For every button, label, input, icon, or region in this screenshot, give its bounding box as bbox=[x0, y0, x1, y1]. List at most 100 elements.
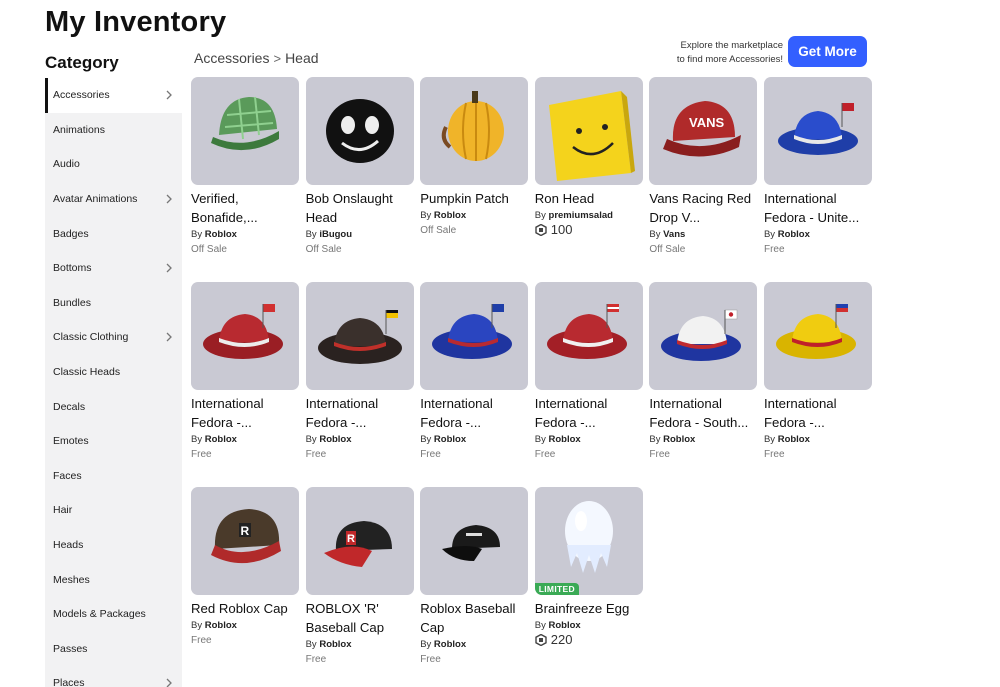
creator-link[interactable]: Roblox bbox=[319, 639, 351, 650]
item-card[interactable]: International Fedora -... By Roblox Free bbox=[420, 282, 529, 487]
item-card[interactable]: International Fedora - Unite... By Roblo… bbox=[763, 77, 872, 282]
sidebar-item-label: Decals bbox=[53, 400, 86, 413]
item-name[interactable]: Brainfreeze Egg bbox=[535, 599, 643, 618]
sidebar-item-label: Hair bbox=[53, 504, 73, 517]
sidebar-item-avatar-animations[interactable]: Avatar Animations bbox=[45, 182, 182, 217]
item-thumbnail[interactable] bbox=[420, 487, 529, 595]
item-thumbnail[interactable]: VANS bbox=[649, 77, 758, 185]
item-name[interactable]: Bob Onslaught Head bbox=[306, 189, 414, 227]
creator-link[interactable]: iBugou bbox=[319, 229, 352, 240]
item-name[interactable]: International Fedora -... bbox=[535, 394, 643, 432]
creator-link[interactable]: Vans bbox=[663, 229, 685, 240]
sidebar-item-classic-clothing[interactable]: Classic Clothing bbox=[45, 320, 182, 355]
sidebar-item-bottoms[interactable]: Bottoms bbox=[45, 251, 182, 286]
item-thumbnail[interactable] bbox=[763, 282, 872, 390]
item-name[interactable]: Ron Head bbox=[535, 189, 643, 208]
creator-link[interactable]: Roblox bbox=[549, 620, 581, 631]
creator-link[interactable]: Roblox bbox=[434, 639, 466, 650]
breadcrumb: Accessories > Head bbox=[194, 50, 319, 66]
item-card[interactable]: Ron Head By premiumsalad 100 bbox=[534, 77, 643, 282]
sidebar-item-decals[interactable]: Decals bbox=[45, 389, 182, 424]
item-thumbnail[interactable] bbox=[534, 282, 643, 390]
item-price: Free bbox=[649, 449, 670, 460]
sidebar-item-models-packages[interactable]: Models & Packages bbox=[45, 597, 182, 632]
item-thumbnail[interactable] bbox=[191, 282, 299, 390]
item-card[interactable]: Bob Onslaught Head By iBugou Off Sale bbox=[305, 77, 414, 282]
item-name[interactable]: International Fedora -... bbox=[191, 394, 299, 432]
item-name[interactable]: International Fedora -... bbox=[306, 394, 414, 432]
item-name[interactable]: International Fedora -... bbox=[764, 394, 872, 432]
sidebar-item-accessories[interactable]: Accessories bbox=[45, 78, 182, 113]
item-creator: By Roblox bbox=[763, 434, 810, 445]
item-name[interactable]: International Fedora -... bbox=[420, 394, 528, 432]
item-name[interactable]: Pumpkin Patch bbox=[420, 189, 528, 208]
item-creator: By iBugou bbox=[305, 229, 353, 240]
item-thumbnail[interactable] bbox=[305, 77, 414, 185]
item-card[interactable]: International Fedora -... By Roblox Free bbox=[305, 282, 414, 487]
item-thumbnail[interactable] bbox=[763, 77, 872, 185]
item-card[interactable]: Pumpkin Patch By Roblox Off Sale bbox=[420, 77, 529, 282]
sidebar-item-emotes[interactable]: Emotes bbox=[45, 424, 182, 459]
creator-link[interactable]: Roblox bbox=[205, 620, 237, 631]
item-name[interactable]: ROBLOX 'R' Baseball Cap bbox=[306, 599, 414, 637]
sidebar-item-label: Classic Heads bbox=[53, 366, 121, 379]
creator-link[interactable]: Roblox bbox=[778, 434, 810, 445]
sidebar-item-faces[interactable]: Faces bbox=[45, 459, 182, 494]
item-card[interactable]: LIMITED Brainfreeze Egg By Roblox 220 bbox=[534, 487, 643, 687]
item-thumbnail[interactable]: R bbox=[305, 487, 414, 595]
black-baseball-cap-icon bbox=[442, 525, 501, 561]
item-card[interactable]: International Fedora -... By Roblox Free bbox=[763, 282, 872, 487]
sidebar-item-hair[interactable]: Hair bbox=[45, 493, 182, 528]
item-price: Off Sale bbox=[649, 244, 686, 255]
item-thumbnail[interactable]: LIMITED bbox=[534, 487, 643, 595]
creator-link[interactable]: Roblox bbox=[205, 229, 237, 240]
sidebar-item-animations[interactable]: Animations bbox=[45, 113, 182, 148]
item-name[interactable]: International Fedora - Unite... bbox=[764, 189, 872, 227]
item-name[interactable]: Roblox Baseball Cap bbox=[420, 599, 528, 637]
sidebar-item-label: Accessories bbox=[53, 89, 110, 102]
creator-link[interactable]: Roblox bbox=[663, 434, 695, 445]
item-name[interactable]: International Fedora - South... bbox=[649, 394, 757, 432]
item-card[interactable]: R Red Roblox Cap By Roblox Free bbox=[191, 487, 299, 687]
creator-link[interactable]: Roblox bbox=[205, 434, 237, 445]
sidebar-item-audio[interactable]: Audio bbox=[45, 147, 182, 182]
sidebar-item-bundles[interactable]: Bundles bbox=[45, 286, 182, 321]
item-card[interactable]: Verified, Bonafide,... By Roblox Off Sal… bbox=[191, 77, 299, 282]
item-thumbnail[interactable] bbox=[305, 282, 414, 390]
item-name[interactable]: Verified, Bonafide,... bbox=[191, 189, 299, 227]
item-card[interactable]: R ROBLOX 'R' Baseball Cap By Roblox Free bbox=[305, 487, 414, 687]
item-thumbnail[interactable] bbox=[420, 282, 529, 390]
sidebar-item-label: Badges bbox=[53, 227, 89, 240]
sidebar-item-passes[interactable]: Passes bbox=[45, 632, 182, 667]
breadcrumb-parent-link[interactable]: Accessories bbox=[194, 50, 269, 66]
item-name[interactable]: Red Roblox Cap bbox=[191, 599, 299, 618]
item-card[interactable]: International Fedora -... By Roblox Free bbox=[534, 282, 643, 487]
item-thumbnail[interactable] bbox=[191, 77, 299, 185]
item-name[interactable]: Vans Racing Red Drop V... bbox=[649, 189, 757, 227]
item-card[interactable]: Roblox Baseball Cap By Roblox Free bbox=[420, 487, 529, 687]
item-thumbnail[interactable] bbox=[420, 77, 529, 185]
item-thumbnail[interactable] bbox=[534, 77, 643, 185]
creator-link[interactable]: Roblox bbox=[319, 434, 351, 445]
item-creator: By Vans bbox=[649, 229, 686, 240]
creator-link[interactable]: Roblox bbox=[549, 434, 581, 445]
sidebar-item-places[interactable]: Places bbox=[45, 666, 182, 687]
creator-link[interactable]: premiumsalad bbox=[549, 210, 613, 221]
item-card[interactable]: International Fedora - South... By Roblo… bbox=[649, 282, 758, 487]
item-thumbnail[interactable]: R bbox=[191, 487, 299, 595]
get-more-button[interactable]: Get More bbox=[788, 36, 867, 67]
sidebar-item-heads[interactable]: Heads bbox=[45, 528, 182, 563]
creator-link[interactable]: Roblox bbox=[434, 210, 466, 221]
robux-icon bbox=[535, 223, 547, 236]
sidebar-item-label: Bottoms bbox=[53, 262, 92, 275]
creator-link[interactable]: Roblox bbox=[434, 434, 466, 445]
sidebar-item-classic-heads[interactable]: Classic Heads bbox=[45, 355, 182, 390]
item-price: Free bbox=[305, 449, 327, 460]
creator-link[interactable]: Roblox bbox=[778, 229, 810, 240]
item-card[interactable]: VANS Vans Racing Red Drop V... By Vans O… bbox=[649, 77, 758, 282]
item-creator: By Roblox bbox=[534, 434, 581, 445]
item-card[interactable]: International Fedora -... By Roblox Free bbox=[191, 282, 299, 487]
sidebar-item-badges[interactable]: Badges bbox=[45, 216, 182, 251]
item-thumbnail[interactable] bbox=[649, 282, 758, 390]
sidebar-item-meshes[interactable]: Meshes bbox=[45, 562, 182, 597]
